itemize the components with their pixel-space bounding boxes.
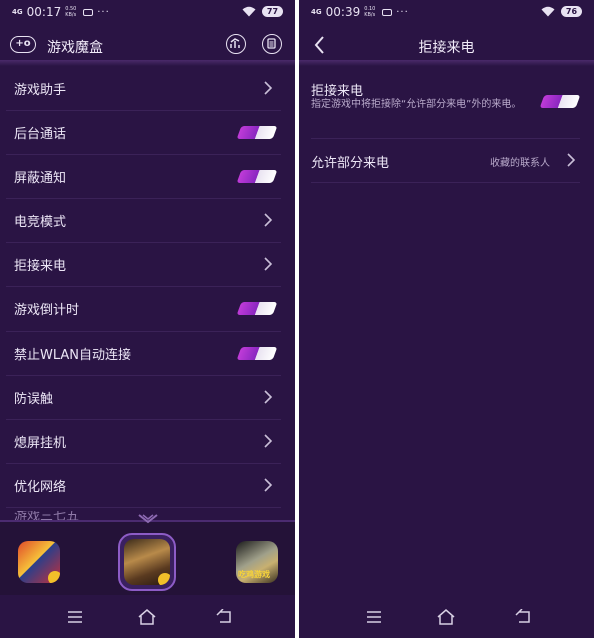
tray-handle-icon[interactable] [137, 514, 159, 524]
setting-description: 指定游戏中将拒接除“允许部分来电”外的来电。 [311, 99, 522, 110]
list-item-label: 屏蔽通知 [14, 171, 67, 187]
game-icon-text: 吃鸡游戏 [238, 570, 270, 579]
list-item-optimize-network[interactable]: 优化网络 [6, 464, 281, 508]
list-item-label: 防误触 [14, 391, 54, 407]
network-speed: 0.50 KB/s [65, 6, 77, 18]
background-call-toggle[interactable] [236, 126, 278, 140]
chevron-right-icon [264, 213, 273, 227]
chevron-right-icon [264, 434, 273, 448]
wifi-icon [242, 6, 256, 17]
list-item-label: 游戏助手 [14, 83, 67, 98]
battery-icon: 76 [561, 6, 582, 17]
reject-calls-setting[interactable]: 拒接来电 指定游戏中将拒接除“允许部分来电”外的来电。 [311, 67, 581, 139]
signal-indicator: 4G [311, 7, 322, 16]
menu-icon[interactable] [365, 609, 383, 625]
list-item-background-call[interactable]: 后台通话 [6, 111, 281, 156]
navigation-bar [299, 595, 594, 638]
chevron-right-icon [567, 153, 576, 167]
reject-calls-screen: 4G 00:39 0.10 KB/s ··· 76 拒接来电 拒接来电 指定游戏… [299, 0, 594, 638]
chevron-right-icon [264, 81, 273, 95]
game-icon-3[interactable]: 吃鸡游戏 [236, 541, 278, 583]
network-speed: 0.10 KB/s [364, 6, 376, 18]
list-item-label: 拒接来电 [14, 259, 67, 275]
list-item-label: 游戏倒计时 [14, 303, 80, 319]
chevron-right-icon [264, 257, 273, 271]
home-icon[interactable] [138, 609, 156, 625]
list-item-reject-calls[interactable]: 拒接来电 [6, 243, 281, 288]
navigation-bar [0, 595, 295, 638]
status-time: 00:17 [26, 5, 62, 19]
reject-calls-toggle[interactable] [539, 95, 581, 108]
block-notifications-toggle[interactable] [236, 170, 278, 184]
status-bar: 4G 00:39 0.10 KB/s ··· 76 [299, 0, 594, 26]
performance-icon[interactable] [226, 34, 246, 54]
status-bar: 4G 00:17 0.50 KB/s ··· 77 [0, 0, 295, 26]
list-item-label: 电竞模式 [14, 215, 67, 231]
setting-label: 拒接来电 [311, 84, 364, 99]
list-item-label: 后台通话 [14, 127, 67, 143]
home-icon[interactable] [437, 609, 455, 625]
notification-icon [382, 8, 393, 16]
header: +o 游戏魔盒 [0, 26, 295, 64]
list-item-esports-mode[interactable]: 电竞模式 [6, 199, 281, 244]
game-badge-icon [158, 573, 170, 585]
settings-list: 游戏助手 后台通话 屏蔽通知 电竞模式 拒接来电 游戏倒计时 禁止WLAN自动连… [6, 67, 281, 508]
list-item-block-notifications[interactable]: 屏蔽通知 [6, 155, 281, 200]
gamepad-icon[interactable]: +o [10, 36, 36, 53]
list-settings-icon[interactable] [262, 34, 282, 54]
header-divider [0, 60, 295, 66]
page-title: 游戏魔盒 [47, 40, 103, 56]
battery-icon: 77 [262, 6, 283, 17]
chevron-right-icon [264, 478, 273, 492]
list-item-screen-off-afk[interactable]: 熄屏挂机 [6, 420, 281, 464]
page-title: 拒接来电 [418, 40, 475, 56]
game-icon-1[interactable] [18, 541, 60, 583]
header-divider [299, 60, 594, 66]
list-item-anti-mistouch[interactable]: 防误触 [6, 376, 281, 420]
game-countdown-toggle[interactable] [236, 302, 278, 316]
list-item-disable-wlan-autoconnect[interactable]: 禁止WLAN自动连接 [6, 332, 281, 376]
setting-label: 允许部分来电 [311, 156, 390, 171]
back-icon[interactable] [515, 609, 533, 625]
list-item-label: 禁止WLAN自动连接 [14, 347, 132, 363]
more-notifications-icon: ··· [396, 6, 409, 18]
setting-value: 收藏的联系人 [490, 158, 550, 169]
list-item-label: 优化网络 [14, 479, 67, 495]
list-item-label: 熄屏挂机 [14, 435, 67, 451]
game-icon-2[interactable] [124, 539, 170, 585]
disable-wlan-toggle[interactable] [236, 346, 278, 360]
more-notifications-icon: ··· [97, 6, 110, 18]
menu-icon[interactable] [66, 609, 84, 625]
header: 拒接来电 [299, 26, 594, 64]
game-badge-icon [48, 571, 60, 583]
status-time: 00:39 [325, 5, 361, 19]
chevron-right-icon [264, 390, 273, 404]
list-item-game-countdown[interactable]: 游戏倒计时 [6, 287, 281, 332]
notification-icon [83, 8, 94, 16]
list-item-game-assistant[interactable]: 游戏助手 [6, 67, 281, 112]
signal-indicator: 4G [12, 7, 23, 16]
game-box-screen: 4G 00:17 0.50 KB/s ··· 77 +o 游戏魔盒 游戏助手 后… [0, 0, 295, 638]
wifi-icon [541, 6, 555, 17]
allow-some-calls-setting[interactable]: 允许部分来电 收藏的联系人 [311, 139, 580, 183]
back-icon[interactable] [216, 609, 234, 625]
